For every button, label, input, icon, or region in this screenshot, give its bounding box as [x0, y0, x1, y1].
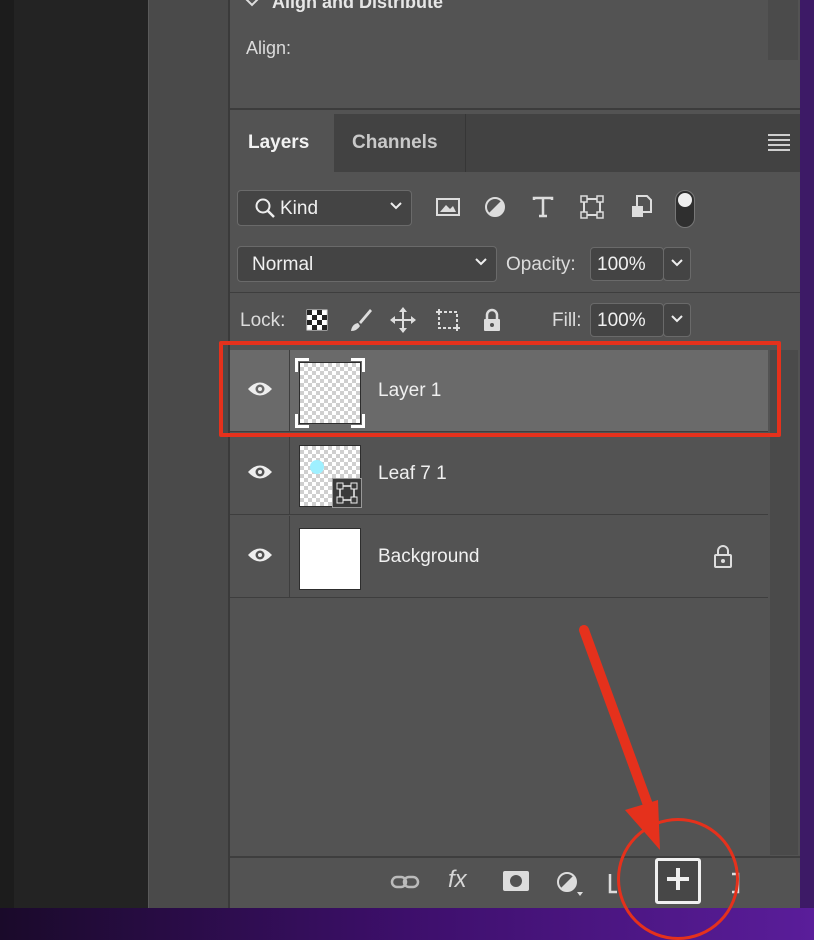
link-layers-icon[interactable]: [390, 872, 420, 898]
blend-mode-select[interactable]: Normal: [237, 246, 497, 282]
chevron-down-icon: [474, 254, 488, 272]
toggle-knob: [678, 193, 692, 207]
search-icon: [254, 197, 276, 225]
lock-label: Lock:: [240, 310, 286, 331]
filter-toggle-switch[interactable]: [675, 190, 695, 228]
smart-object-filter-icon[interactable]: [626, 192, 656, 222]
fill-input[interactable]: 100%: [590, 303, 664, 337]
fill-label: Fill:: [552, 310, 582, 331]
opacity-value: 100%: [597, 254, 646, 275]
layers-scrollbar[interactable]: [770, 350, 798, 855]
lock-image-pixels-icon[interactable]: [346, 305, 376, 335]
desktop-background-bottom: [0, 908, 814, 940]
layer-thumbnail[interactable]: [299, 445, 362, 508]
leaf-preview: [310, 460, 324, 474]
left-strip: [0, 0, 14, 908]
collapse-chevron-icon[interactable]: [244, 0, 260, 12]
layer-name[interactable]: Leaf 7 1: [378, 463, 447, 485]
fill-value: 100%: [597, 310, 646, 331]
visibility-toggle[interactable]: [230, 433, 290, 515]
create-new-layer-button[interactable]: [655, 858, 701, 904]
thumbnail-corner: [351, 414, 365, 428]
delete-layer-icon[interactable]: [730, 870, 740, 900]
thumbnail-corner: [351, 358, 365, 372]
filter-kind-label: Kind: [280, 198, 319, 219]
fill-dropdown-button[interactable]: [663, 303, 691, 337]
add-mask-icon[interactable]: [502, 870, 530, 898]
eye-icon: [247, 546, 273, 569]
blend-mode-value: Normal: [252, 254, 314, 275]
adjustment-filter-icon[interactable]: [480, 192, 510, 222]
shape-filter-icon[interactable]: [577, 192, 607, 222]
eye-icon: [247, 463, 273, 486]
eye-icon: [247, 380, 273, 403]
align-label: Align:: [246, 38, 292, 58]
layers-bottom-bar: fx: [230, 856, 800, 908]
new-group-icon[interactable]: [608, 870, 618, 900]
layer-name[interactable]: Background: [378, 546, 479, 568]
filter-kind-select[interactable]: Kind: [237, 190, 412, 226]
layer-thumbnail[interactable]: [295, 358, 365, 428]
layers-list: Layer 1 Leaf 7 1 Background: [230, 350, 770, 855]
layer-thumbnail[interactable]: [299, 528, 361, 590]
layer-row-leaf-7-1[interactable]: Leaf 7 1: [230, 433, 768, 515]
layer-row-background[interactable]: Background: [230, 516, 768, 598]
align-distribute-section: Align and Distribute Align:: [230, 0, 800, 110]
align-section-title[interactable]: Align and Distribute: [272, 0, 443, 13]
lock-artboard-icon[interactable]: [433, 305, 463, 335]
visibility-toggle[interactable]: [230, 350, 290, 432]
visibility-toggle[interactable]: [230, 516, 290, 598]
layer-lock-icon[interactable]: [712, 544, 734, 573]
panel-dock-column: [148, 0, 228, 908]
thumbnail-corner: [295, 414, 309, 428]
lock-all-icon[interactable]: [477, 305, 507, 335]
align-scrollbar[interactable]: [768, 0, 798, 60]
panel-menu-icon[interactable]: [768, 134, 790, 152]
thumbnail-corner: [295, 358, 309, 372]
chevron-down-icon: [389, 198, 403, 216]
divider: [230, 292, 800, 293]
panel-tabs: Layers Channels: [230, 114, 800, 172]
adjustment-layer-icon[interactable]: [555, 870, 583, 902]
lock-transparent-pixels-icon[interactable]: [302, 305, 332, 335]
plus-icon: [665, 866, 691, 897]
desktop-background: [800, 0, 814, 908]
layer-name[interactable]: Layer 1: [378, 380, 441, 402]
lock-position-icon[interactable]: [388, 305, 418, 335]
tab-layers[interactable]: Layers: [230, 114, 334, 172]
opacity-input[interactable]: 100%: [590, 247, 664, 281]
left-workspace: [0, 0, 148, 908]
fx-icon[interactable]: fx: [448, 866, 467, 894]
layer-row-layer-1[interactable]: Layer 1: [230, 350, 768, 432]
tab-channels[interactable]: Channels: [334, 114, 466, 172]
image-filter-icon[interactable]: [433, 192, 463, 222]
opacity-label: Opacity:: [506, 254, 576, 275]
type-filter-icon[interactable]: [528, 192, 558, 222]
smart-object-badge-icon: [332, 478, 362, 508]
opacity-dropdown-button[interactable]: [663, 247, 691, 281]
